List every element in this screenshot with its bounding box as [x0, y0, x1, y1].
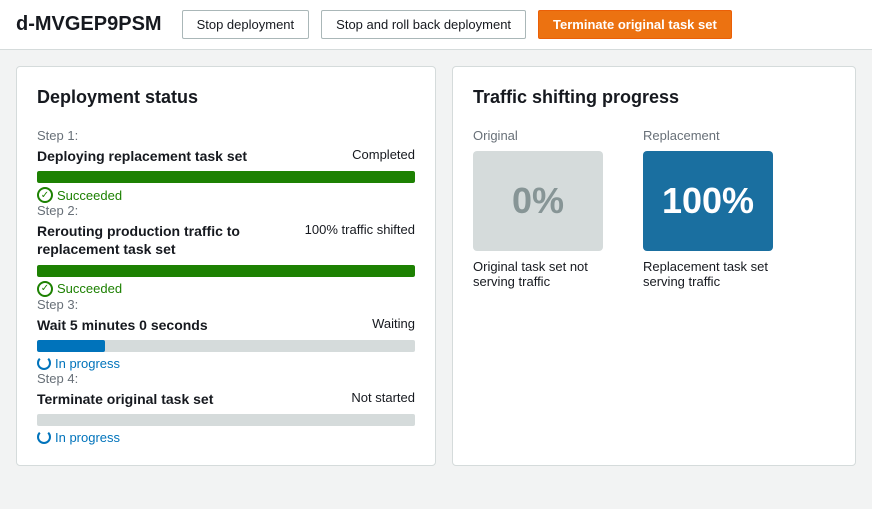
- stop-rollback-button[interactable]: Stop and roll back deployment: [321, 10, 526, 39]
- terminate-original-button[interactable]: Terminate original task set: [538, 10, 732, 39]
- original-label: Original: [473, 128, 518, 143]
- step-4-status: Not started: [351, 390, 415, 405]
- step-2-label: Step 2:: [37, 203, 415, 218]
- deployment-id: d-MVGEP9PSM: [16, 13, 162, 36]
- step-3-result-text: In progress: [55, 356, 120, 371]
- step-1-label: Step 1:: [37, 128, 415, 143]
- step-2-progress-bar: [37, 265, 415, 277]
- step-3-label: Step 3:: [37, 297, 415, 312]
- step-1-status: Completed: [352, 147, 415, 162]
- step-3-status: Waiting: [372, 316, 415, 331]
- traffic-shifting-title: Traffic shifting progress: [473, 87, 835, 108]
- replacement-traffic-box: 100%: [643, 151, 773, 251]
- traffic-grid: Original 0% Original task set not servin…: [473, 128, 835, 289]
- original-traffic-col: Original 0% Original task set not servin…: [473, 128, 603, 289]
- original-desc: Original task set not serving traffic: [473, 259, 603, 289]
- step-4-label: Step 4:: [37, 371, 415, 386]
- main-content: Deployment status Step 1: Deploying repla…: [0, 50, 872, 482]
- traffic-shifting-card: Traffic shifting progress Original 0% Or…: [452, 66, 856, 466]
- step-2: Step 2: Rerouting production traffic to r…: [37, 203, 415, 296]
- step-3-progress-bar: [37, 340, 415, 352]
- step-2-status: 100% traffic shifted: [305, 222, 415, 237]
- step-4-result: In progress: [37, 430, 415, 445]
- spinner-icon: [37, 430, 51, 444]
- steps-container: Step 1: Deploying replacement task set Com…: [37, 128, 415, 445]
- replacement-percent: 100%: [662, 180, 754, 222]
- page-header: d-MVGEP9PSM Stop deployment Stop and rol…: [0, 0, 872, 50]
- spinner-icon: [37, 356, 51, 370]
- step-1-name: Deploying replacement task set: [37, 147, 247, 165]
- step-4: Step 4: Terminate original task set Not st…: [37, 371, 415, 445]
- check-icon: ✓: [37, 187, 53, 203]
- replacement-label: Replacement: [643, 128, 720, 143]
- step-2-result: ✓ Succeeded: [37, 281, 415, 297]
- stop-deployment-button[interactable]: Stop deployment: [182, 10, 310, 39]
- step-3-progress-fill: [37, 340, 105, 352]
- step-4-name: Terminate original task set: [37, 390, 213, 408]
- step-2-row: Rerouting production traffic to replacem…: [37, 222, 415, 258]
- check-icon: ✓: [37, 281, 53, 297]
- deployment-status-card: Deployment status Step 1: Deploying repla…: [16, 66, 436, 466]
- step-1-progress-fill: [37, 171, 415, 183]
- step-4-progress-bar: [37, 414, 415, 426]
- step-1-result: ✓ Succeeded: [37, 187, 415, 203]
- step-2-name: Rerouting production traffic to replacem…: [37, 222, 297, 258]
- original-traffic-box: 0%: [473, 151, 603, 251]
- step-1-result-text: Succeeded: [57, 188, 122, 203]
- step-2-progress-fill: [37, 265, 415, 277]
- step-4-result-text: In progress: [55, 430, 120, 445]
- step-3-name: Wait 5 minutes 0 seconds: [37, 316, 208, 334]
- step-3-result: In progress: [37, 356, 415, 371]
- step-3-row: Wait 5 minutes 0 seconds Waiting: [37, 316, 415, 334]
- replacement-desc: Replacement task set serving traffic: [643, 259, 773, 289]
- step-1-row: Deploying replacement task set Completed: [37, 147, 415, 165]
- replacement-traffic-col: Replacement 100% Replacement task set se…: [643, 128, 773, 289]
- step-3: Step 3: Wait 5 minutes 0 seconds Waiting In…: [37, 297, 415, 371]
- step-1: Step 1: Deploying replacement task set Com…: [37, 128, 415, 203]
- deployment-status-title: Deployment status: [37, 87, 415, 108]
- step-4-row: Terminate original task set Not started: [37, 390, 415, 408]
- step-1-progress-bar: [37, 171, 415, 183]
- step-2-result-text: Succeeded: [57, 281, 122, 296]
- original-percent: 0%: [512, 180, 564, 222]
